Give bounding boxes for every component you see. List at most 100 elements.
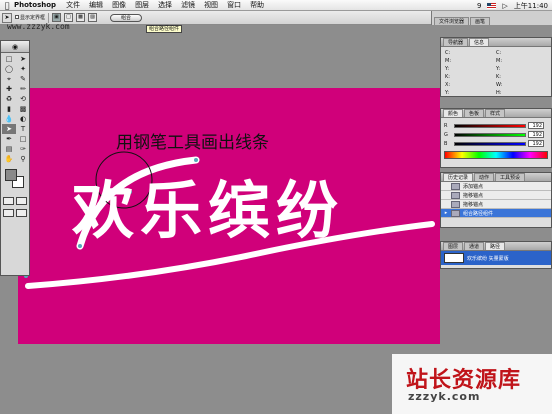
menu-image[interactable]: 图像 [112, 0, 126, 10]
menu-help[interactable]: 帮助 [250, 0, 264, 10]
keyboard-indicator[interactable]: 9 [477, 2, 481, 10]
menu-select[interactable]: 选择 [158, 0, 172, 10]
color-spectrum-bar[interactable] [444, 151, 548, 159]
tab-styles[interactable]: 样式 [485, 109, 506, 117]
healing-brush-tool-icon[interactable]: ✚ [2, 84, 16, 94]
info-label: Y: [496, 66, 501, 72]
hand-tool-icon[interactable]: ✋ [2, 154, 16, 164]
history-step-icon [451, 209, 460, 217]
shape-tool-icon[interactable]: □ [16, 134, 30, 144]
standard-mode-button[interactable] [3, 197, 14, 205]
history-item-label: 组合路径组件 [463, 210, 494, 217]
info-label: C: [445, 50, 451, 56]
foreground-color-swatch[interactable] [5, 169, 17, 181]
volume-icon[interactable]: ▷ [502, 2, 507, 10]
history-brush-tool-icon[interactable]: ⟲ [16, 94, 30, 104]
exclude-shape-area-icon[interactable]: ▨ [88, 13, 97, 22]
path-item[interactable]: 欢乐缤纷 矢量蒙版 [441, 251, 551, 265]
type-tool-icon[interactable]: T [16, 124, 30, 134]
history-item-label: 拖移锚点 [463, 192, 484, 199]
subtract-shape-area-icon[interactable]: □ [64, 13, 73, 22]
gradient-tool-icon[interactable]: ▩ [16, 104, 30, 114]
tab-tool-presets[interactable]: 工具预设 [495, 173, 526, 181]
notes-tool-icon[interactable]: ▤ [2, 144, 16, 154]
tab-actions[interactable]: 动作 [474, 173, 495, 181]
menu-layer[interactable]: 图层 [135, 0, 149, 10]
tab-swatches[interactable]: 色板 [464, 109, 485, 117]
apple-menu-icon[interactable]:  [0, 1, 14, 10]
tab-channels[interactable]: 通道 [464, 242, 485, 250]
slice-tool-icon[interactable]: ✎ [16, 74, 30, 84]
combine-button[interactable]: 组合 [110, 13, 143, 22]
toolbox: ◉ □ ➤ ◯ ✦ ⌖ ✎ ✚ ✏ ♻ ⟲ ▮ ▩ 💧 ◐ ➤ T ✒ □ ▤ … [0, 40, 30, 276]
color-panel-tabs: 颜色 色板 样式 [441, 109, 551, 118]
tab-history[interactable]: 历史记录 [443, 173, 474, 181]
tab-navigator[interactable]: 导航器 [443, 38, 469, 46]
menu-edit[interactable]: 编辑 [89, 0, 103, 10]
intersect-shape-area-icon[interactable]: ▩ [76, 13, 85, 22]
screen-mode-standard-button[interactable] [3, 209, 14, 217]
red-value-field[interactable]: 192 [528, 122, 544, 129]
menu-view[interactable]: 视图 [204, 0, 218, 10]
menu-filter[interactable]: 滤镜 [181, 0, 195, 10]
stamp-tool-icon[interactable]: ♻ [2, 94, 16, 104]
lasso-tool-icon[interactable]: ◯ [2, 64, 16, 74]
toolbox-header[interactable]: ◉ [1, 41, 29, 53]
green-value-field[interactable]: 192 [528, 131, 544, 138]
history-step-icon [451, 182, 460, 190]
tab-file-browser[interactable]: 文件浏览器 [434, 17, 470, 25]
red-slider[interactable] [454, 123, 526, 128]
menu-window[interactable]: 窗口 [227, 0, 241, 10]
path-thumbnail [444, 253, 464, 263]
info-label: K: [445, 74, 450, 80]
tab-color[interactable]: 颜色 [443, 109, 464, 117]
dodge-tool-icon[interactable]: ◐ [16, 114, 30, 124]
blue-slider[interactable] [454, 141, 526, 146]
move-tool-icon[interactable]: ➤ [16, 54, 30, 64]
combine-tooltip: 组合路径组件 [146, 25, 183, 33]
document-canvas[interactable]: 用钢笔工具画出线条 欢乐缤纷 [18, 88, 440, 344]
input-flag-icon[interactable] [487, 2, 497, 9]
history-brush-source-icon[interactable]: ▸ [441, 210, 451, 216]
menu-file[interactable]: 文件 [66, 0, 80, 10]
blue-value-field[interactable]: 192 [528, 140, 544, 147]
pen-tool-icon[interactable]: ✒ [2, 134, 16, 144]
history-item-selected[interactable]: ▸ 组合路径组件 [441, 209, 551, 218]
path-item-label: 欢乐缤纷 矢量蒙版 [467, 255, 509, 262]
tab-brushes[interactable]: 画笔 [470, 17, 491, 25]
color-row-b: B 192 [444, 139, 548, 148]
history-item[interactable]: 拖移锚点 [441, 200, 551, 209]
path-selection-tool-icon[interactable]: ➤ [2, 124, 16, 134]
menu-clock[interactable]: 上午11:40 [514, 1, 548, 11]
history-item[interactable]: 拖移锚点 [441, 191, 551, 200]
crop-tool-icon[interactable]: ⌖ [2, 74, 16, 84]
zoom-tool-icon[interactable]: ⚲ [16, 154, 30, 164]
tab-paths[interactable]: 路径 [485, 242, 506, 250]
magic-wand-tool-icon[interactable]: ✦ [16, 64, 30, 74]
eyedropper-tool-icon[interactable]: ✑ [16, 144, 30, 154]
eraser-tool-icon[interactable]: ▮ [2, 104, 16, 114]
color-panel: 颜色 色板 样式 R 192 G 192 B 192 [440, 108, 552, 168]
app-name-menu[interactable]: Photoshop [14, 1, 56, 9]
marquee-tool-icon[interactable]: □ [2, 54, 16, 64]
green-slider[interactable] [454, 132, 526, 137]
show-bounding-box-checkbox[interactable]: 显示定界框 [15, 14, 45, 21]
history-item[interactable]: 添加锚点 [441, 182, 551, 191]
add-shape-area-icon[interactable]: ▣ [52, 13, 61, 22]
info-label: K: [496, 74, 501, 80]
tab-layers[interactable]: 图层 [443, 242, 464, 250]
info-panel: 导航器 信息 C: C: M: M: Y: Y: K: K: X: W: Y: … [440, 37, 552, 97]
blur-tool-icon[interactable]: 💧 [2, 114, 16, 124]
path-select-tool-icon[interactable]: ➤ [2, 12, 12, 23]
brush-tool-icon[interactable]: ✏ [16, 84, 30, 94]
quick-mask-button[interactable] [16, 197, 27, 205]
screen-mode-full-button[interactable] [16, 209, 27, 217]
paths-panel: 图层 通道 路径 欢乐缤纷 矢量蒙版 [440, 241, 552, 269]
site-watermark-top: www.zzzyk.com [7, 22, 70, 31]
channel-label-b: B [444, 140, 448, 147]
site-watermark-logo: 站长资源库 zzzyk.com [392, 354, 552, 414]
tab-info[interactable]: 信息 [469, 38, 490, 46]
checkbox-icon[interactable] [15, 14, 19, 19]
watermark-url: zzzyk.com [408, 390, 481, 403]
history-panel-tabs: 历史记录 动作 工具预设 [441, 173, 551, 182]
